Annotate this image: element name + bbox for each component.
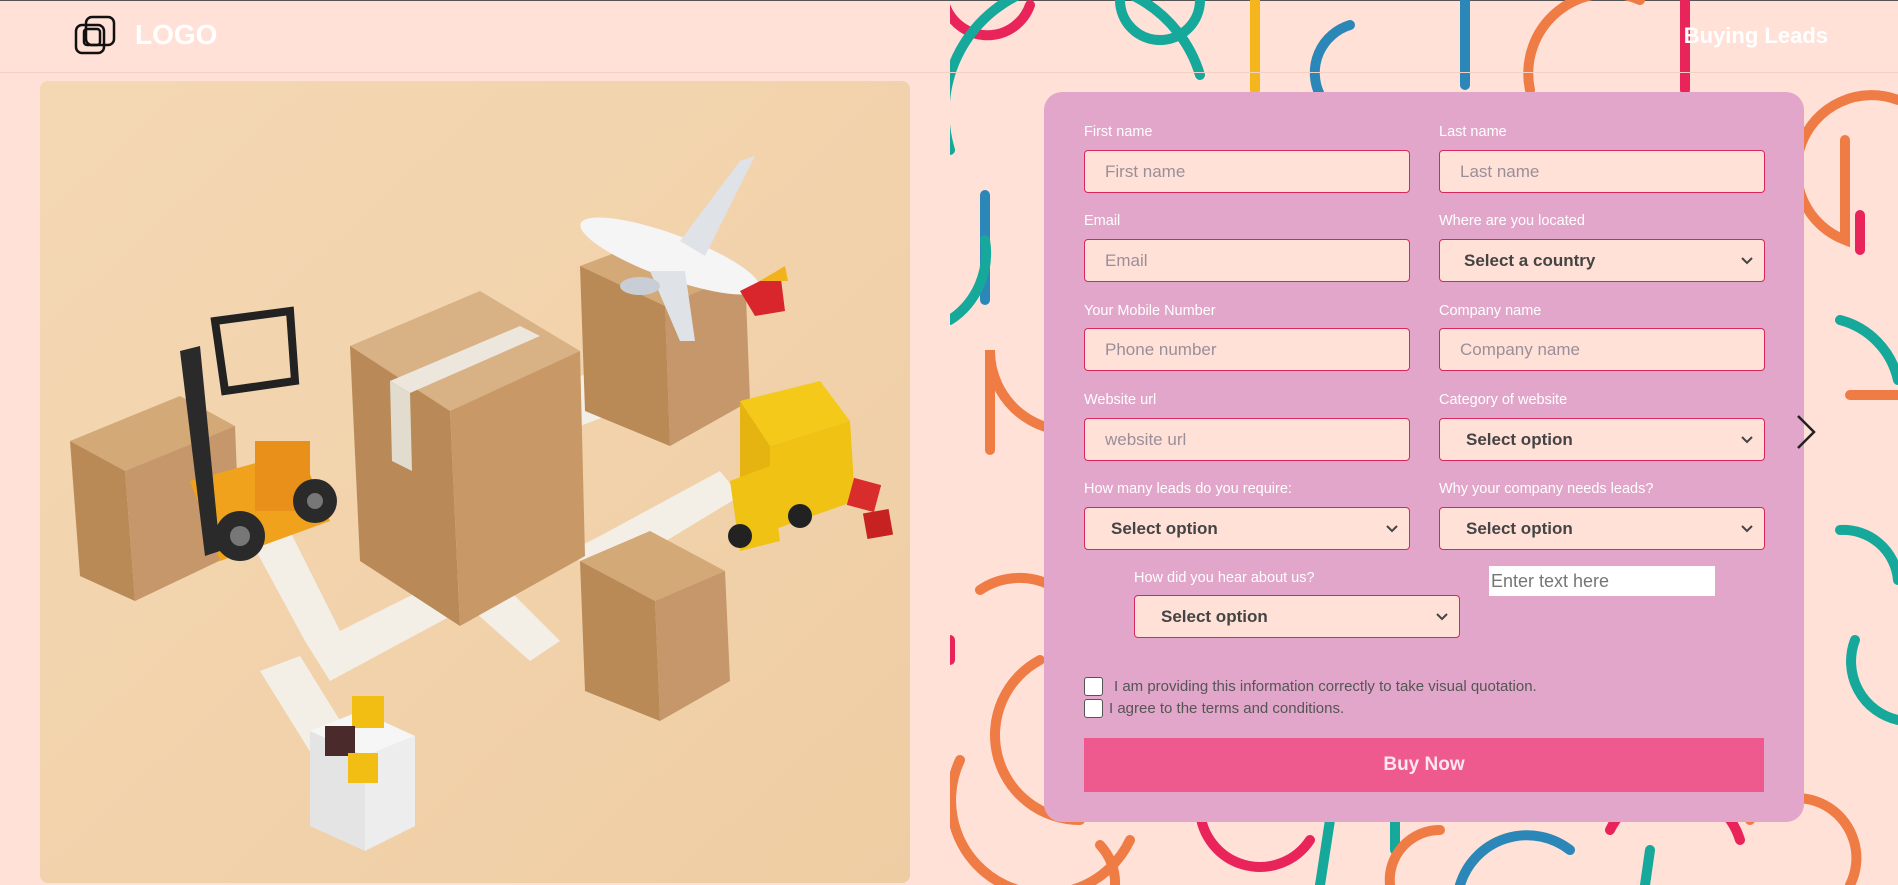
chevron-right-icon[interactable] [1794, 412, 1818, 452]
terms-checkbox-label: I agree to the terms and conditions. [1109, 700, 1345, 717]
leads-count-select[interactable]: Select option [1084, 507, 1410, 550]
category-select[interactable]: Select option [1439, 418, 1765, 461]
accuracy-checkbox-label: I am providing this information correctl… [1114, 678, 1537, 695]
company-input[interactable] [1439, 328, 1765, 371]
chevron-down-icon [1741, 436, 1753, 444]
accuracy-checkbox[interactable] [1084, 677, 1103, 696]
company-label: Company name [1439, 303, 1542, 319]
hear-about-select[interactable]: Select option [1134, 595, 1460, 638]
first-name-label: First name [1084, 124, 1153, 140]
last-name-input[interactable] [1439, 150, 1765, 193]
mobile-label: Your Mobile Number [1084, 303, 1216, 319]
other-source-input[interactable] [1489, 566, 1715, 596]
logo-text[interactable]: LOGO [135, 19, 217, 51]
first-name-input[interactable] [1084, 150, 1410, 193]
logistics-illustration [40, 81, 910, 883]
website-label: Website url [1084, 392, 1157, 408]
country-select[interactable]: Select a country [1439, 239, 1765, 282]
website-input[interactable] [1084, 418, 1410, 461]
buy-now-button[interactable]: Buy Now [1084, 738, 1764, 792]
category-label: Category of website [1439, 392, 1568, 408]
logo-icon[interactable] [74, 15, 116, 57]
hero-image [40, 81, 910, 883]
leads-count-select-value: Select option [1111, 519, 1218, 538]
location-label: Where are you located [1439, 213, 1585, 229]
leads-reason-select[interactable]: Select option [1439, 507, 1765, 550]
chevron-down-icon [1436, 613, 1448, 621]
chevron-down-icon [1741, 257, 1753, 265]
phone-input[interactable] [1084, 328, 1410, 371]
category-select-value: Select option [1466, 430, 1573, 449]
last-name-label: Last name [1439, 124, 1507, 140]
hear-about-select-value: Select option [1161, 607, 1268, 626]
terms-checkbox[interactable] [1084, 699, 1103, 718]
leads-count-label: How many leads do you require: [1084, 481, 1292, 497]
country-select-value: Select a country [1464, 251, 1596, 270]
leads-reason-select-value: Select option [1466, 519, 1573, 538]
nav-link-buying-leads[interactable]: Buying Leads [1684, 23, 1828, 49]
chevron-down-icon [1741, 525, 1753, 533]
site-header: LOGO Buying Leads [0, 1, 1898, 73]
email-label: Email [1084, 213, 1121, 229]
email-input[interactable] [1084, 239, 1410, 282]
hear-about-label: How did you hear about us? [1134, 570, 1315, 586]
leads-reason-label: Why your company needs leads? [1439, 481, 1654, 497]
chevron-down-icon [1386, 525, 1398, 533]
